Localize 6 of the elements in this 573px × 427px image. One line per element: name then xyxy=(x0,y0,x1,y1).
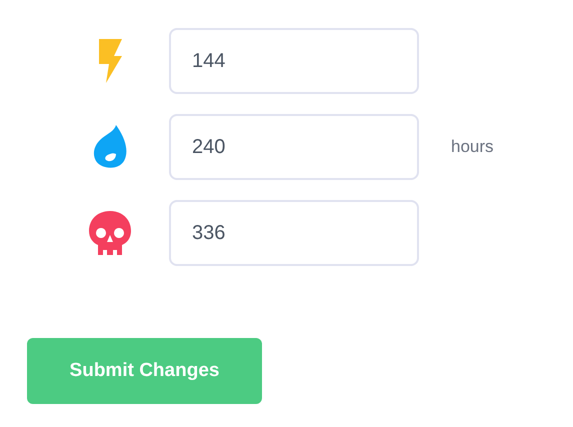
input-field[interactable]: 144 xyxy=(169,28,419,94)
skull-icon xyxy=(88,210,132,256)
lightning-bolt-icon xyxy=(97,38,123,84)
input-field[interactable]: 336 xyxy=(169,200,419,266)
unit-label: hours xyxy=(451,136,494,158)
input-field[interactable]: 240 xyxy=(169,114,419,180)
